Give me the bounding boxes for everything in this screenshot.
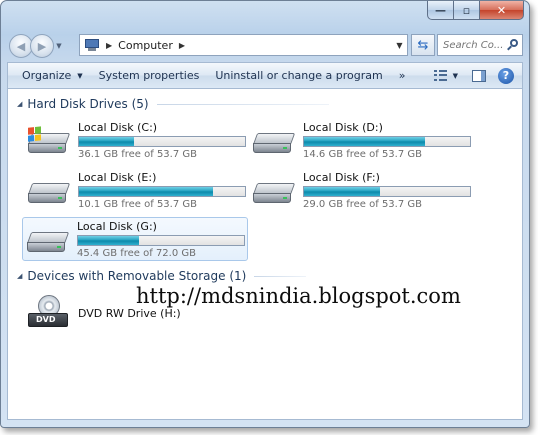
search-icon[interactable] xyxy=(507,39,519,51)
uninstall-program-button[interactable]: Uninstall or change a program xyxy=(207,63,390,88)
organize-label: Organize xyxy=(22,69,72,82)
usage-bar xyxy=(303,136,471,147)
content-area: ◢ Hard Disk Drives (5) Local Disk (C:) 3… xyxy=(7,89,523,420)
close-button[interactable]: ✕ xyxy=(480,1,524,20)
removable-group-header[interactable]: ◢ Devices with Removable Storage (1) xyxy=(17,269,307,283)
drive-label: Local Disk (E:) xyxy=(78,171,157,184)
usage-bar xyxy=(78,136,246,147)
breadcrumb-computer[interactable]: Computer xyxy=(118,39,173,52)
removable-group-title: Devices with Removable Storage (1) xyxy=(27,269,247,283)
group-divider xyxy=(156,103,329,105)
explorer-window: — ▫ ✕ ◀ ▶ ▼ ▶ Computer ▶ ▼ ⇆ Search Co..… xyxy=(0,0,530,428)
system-properties-button[interactable]: System properties xyxy=(91,63,208,88)
navigation-bar: ◀ ▶ ▼ ▶ Computer ▶ ▼ ⇆ xyxy=(9,33,523,59)
breadcrumb-arrow-icon[interactable]: ▶ xyxy=(106,41,112,50)
hard-drive-icon xyxy=(252,129,296,155)
drive-label: Local Disk (C:) xyxy=(78,121,158,134)
dvd-icon-text: DVD xyxy=(36,315,56,324)
group-divider xyxy=(254,275,307,277)
maximize-button[interactable]: ▫ xyxy=(454,1,480,20)
preview-pane-icon[interactable] xyxy=(472,69,486,82)
drive-free-space: 45.4 GB free of 72.0 GB xyxy=(77,248,196,259)
dvd-drive-icon: DVD xyxy=(28,295,70,331)
usage-bar xyxy=(303,186,471,197)
drive-e[interactable]: Local Disk (E:) 10.1 GB free of 53.7 GB xyxy=(24,169,250,213)
watermark-url: http://mdsnindia.blogspot.com xyxy=(136,284,461,308)
drive-free-space: 10.1 GB free of 53.7 GB xyxy=(78,199,197,210)
drive-g[interactable]: Local Disk (G:) 45.4 GB free of 72.0 GB xyxy=(22,217,248,261)
drive-free-space: 36.1 GB free of 53.7 GB xyxy=(78,149,197,160)
address-dropdown-icon[interactable]: ▼ xyxy=(391,41,407,50)
drive-label: Local Disk (D:) xyxy=(303,121,383,134)
drive-label: Local Disk (G:) xyxy=(77,220,157,233)
command-bar: Organize ▼ System properties Uninstall o… xyxy=(7,62,523,89)
computer-icon xyxy=(84,39,100,51)
hard-drive-icon xyxy=(252,179,296,205)
forward-button[interactable]: ▶ xyxy=(30,34,54,58)
collapse-triangle-icon: ◢ xyxy=(17,272,23,280)
breadcrumb-child-arrow-icon[interactable]: ▶ xyxy=(179,41,185,50)
drive-c[interactable]: Local Disk (C:) 36.1 GB free of 53.7 GB xyxy=(24,119,250,163)
more-commands-button[interactable]: » xyxy=(391,63,414,88)
drive-d[interactable]: Local Disk (D:) 14.6 GB free of 53.7 GB xyxy=(249,119,475,163)
usage-bar xyxy=(77,235,245,246)
refresh-button[interactable]: ⇆ xyxy=(411,34,435,56)
back-arrow-icon: ◀ xyxy=(16,39,26,53)
drive-free-space: 29.0 GB free of 53.7 GB xyxy=(303,199,422,210)
collapse-triangle-icon: ◢ xyxy=(17,100,23,108)
views-icon[interactable] xyxy=(433,69,449,82)
usage-bar xyxy=(78,186,246,197)
views-dropdown-icon[interactable]: ▼ xyxy=(453,72,458,80)
search-input[interactable] xyxy=(443,39,507,51)
caption-buttons: — ▫ ✕ xyxy=(427,1,524,20)
minimize-button[interactable]: — xyxy=(427,1,454,20)
organize-button[interactable]: Organize ▼ xyxy=(8,63,91,88)
hard-disk-group-header[interactable]: ◢ Hard Disk Drives (5) xyxy=(17,97,329,111)
recent-pages-dropdown[interactable]: ▼ xyxy=(54,42,64,50)
drive-free-space: 14.6 GB free of 53.7 GB xyxy=(303,149,422,160)
forward-arrow-icon: ▶ xyxy=(37,39,47,53)
help-icon[interactable]: ? xyxy=(498,67,514,84)
view-controls: ▼ ? xyxy=(433,67,522,84)
hard-drive-icon xyxy=(27,179,71,205)
drive-label: DVD RW Drive (H:) xyxy=(78,307,181,320)
drive-label: Local Disk (F:) xyxy=(303,171,380,184)
chevron-down-icon: ▼ xyxy=(77,71,83,80)
search-box[interactable] xyxy=(437,34,523,56)
refresh-icon: ⇆ xyxy=(417,37,429,53)
hard-disk-group-title: Hard Disk Drives (5) xyxy=(27,97,149,111)
address-bar[interactable]: ▶ Computer ▶ ▼ xyxy=(79,34,408,56)
drive-f[interactable]: Local Disk (F:) 29.0 GB free of 53.7 GB xyxy=(249,169,475,213)
windows-drive-icon xyxy=(27,126,71,155)
breadcrumb: ▶ Computer ▶ xyxy=(84,39,391,52)
hard-drive-icon xyxy=(26,228,70,254)
